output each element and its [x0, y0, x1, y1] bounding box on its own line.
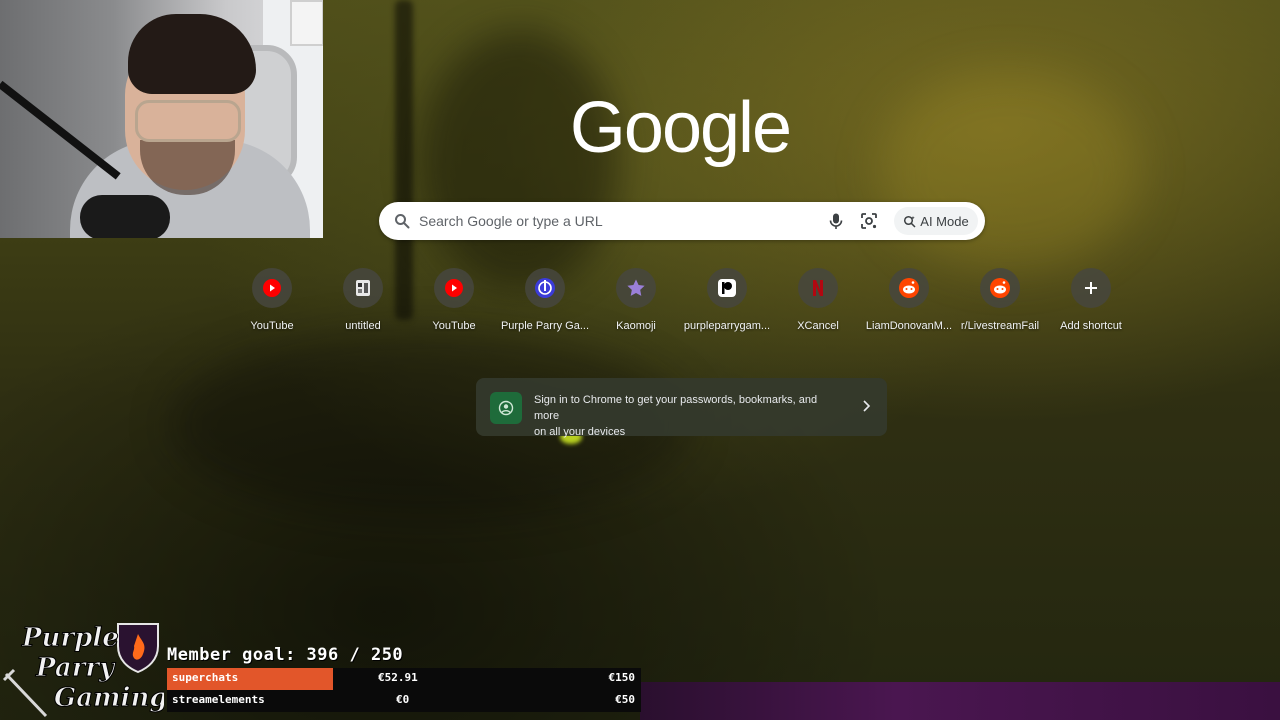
logo-line: Purple [21, 623, 119, 653]
shortcut-youtube[interactable]: YouTube [226, 266, 318, 338]
shortcut-icon-container [343, 268, 383, 308]
shortcut-kaomoji[interactable]: Kaomoji [590, 266, 682, 338]
shortcut-patreon[interactable]: purpleparrygam... [681, 266, 773, 338]
logo-line: Gaming [54, 683, 164, 713]
google-logo-text: Google [570, 88, 790, 168]
shortcut-label: untitled [345, 320, 381, 332]
shortcuts-row: YouTube untitled YouTube Purple Parry Ga… [226, 266, 1136, 346]
shortcut-livestreamfail[interactable]: r/LivestreamFail [954, 266, 1046, 338]
goal-bar-name: streamelements [172, 693, 265, 706]
shortcut-label: purpleparrygam... [683, 320, 771, 332]
signin-promo-text: Sign in to Chrome to get your passwords,… [534, 392, 839, 440]
shortcut-youtube[interactable]: YouTube [408, 266, 500, 338]
shortcut-icon-container [1071, 268, 1111, 308]
shortcut-icon-container [980, 268, 1020, 308]
youtube-icon [263, 279, 281, 297]
shortcut-label: YouTube [432, 320, 476, 332]
search-box[interactable]: AI Mode [379, 202, 985, 240]
star-icon [627, 279, 645, 296]
ai-mode-label: AI Mode [920, 213, 969, 229]
ai-search-icon [904, 215, 916, 228]
shortcut-icon-container [889, 268, 929, 308]
purple-parry-icon [535, 278, 555, 298]
patreon-icon [718, 279, 736, 297]
search-icon [395, 214, 410, 229]
shortcut-label: Add shortcut [1060, 320, 1122, 332]
search-input[interactable] [419, 202, 819, 240]
signin-promo-line: Sign in to Chrome to get your passwords,… [534, 394, 818, 422]
signin-promo-line: on all your devices [534, 426, 626, 438]
shortcut-icon-container [525, 268, 565, 308]
signin-promo-card[interactable]: Sign in to Chrome to get your passwords,… [476, 378, 887, 438]
shortcut-icon-container [798, 268, 838, 308]
document-icon [356, 280, 370, 296]
shortcut-untitled[interactable]: untitled [317, 266, 409, 338]
shortcut-xcancel[interactable]: XCancel [772, 266, 864, 338]
shortcut-icon-container [252, 268, 292, 308]
shortcut-liamdonovan[interactable]: LiamDonovanM... [863, 266, 955, 338]
chevron-right-icon[interactable] [861, 399, 871, 413]
shortcut-label: XCancel [797, 320, 839, 332]
background-shape [880, 70, 1140, 270]
account-icon [490, 392, 522, 424]
shortcut-icon-container [707, 268, 747, 308]
shortcut-label: r/LivestreamFail [960, 320, 1040, 332]
netflix-icon [813, 280, 823, 296]
logo-line: Parry [35, 653, 116, 683]
shortcut-icon-container [434, 268, 474, 308]
background-glow [640, 682, 1280, 720]
member-goal-text: Member goal: 396 / 250 [167, 645, 404, 665]
goal-bar-current: €52.91 [378, 671, 418, 684]
ai-mode-button[interactable]: AI Mode [894, 207, 978, 235]
shortcut-label: YouTube [250, 320, 294, 332]
google-logo: Google [560, 84, 800, 174]
shortcut-label: LiamDonovanM... [865, 320, 953, 332]
goal-bar-target: €150 [608, 671, 636, 684]
goal-bar-target: €50 [615, 693, 635, 706]
shortcut-label: Purple Parry Ga... [500, 320, 590, 332]
reddit-icon [990, 278, 1010, 298]
reddit-icon [899, 278, 919, 298]
youtube-icon [445, 279, 463, 297]
shortcut-label: Kaomoji [616, 320, 656, 332]
add-shortcut-button[interactable]: Add shortcut [1045, 266, 1137, 338]
goal-bar-streamelements: streamelements €0 €50 [167, 690, 641, 712]
goal-bar-superchats: superchats €52.91 €150 [167, 668, 641, 690]
shortcut-purple-parry[interactable]: Purple Parry Ga... [499, 266, 591, 338]
google-lens-icon[interactable] [860, 212, 878, 230]
goal-bar-name: superchats [172, 671, 239, 684]
webcam-feed [0, 0, 323, 238]
plus-icon [1085, 282, 1097, 294]
microphone-icon[interactable] [827, 212, 845, 230]
shortcut-icon-container [616, 268, 656, 308]
goal-bar-current: €0 [396, 693, 410, 706]
purple-parry-gaming-logo: Purple Parry Gaming [2, 623, 164, 718]
